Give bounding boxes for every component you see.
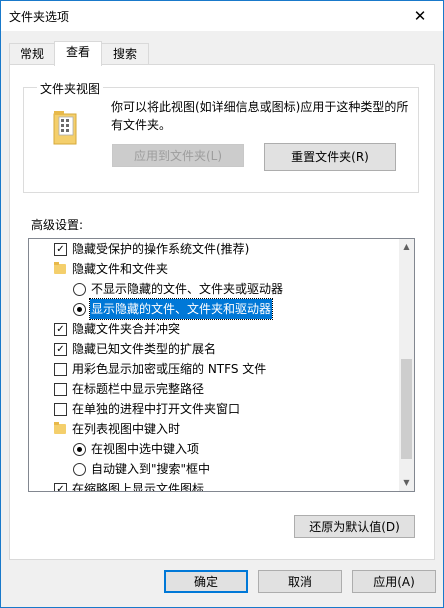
checkbox[interactable]: ✓ bbox=[54, 343, 67, 356]
list-item-label: 在缩略图上显示文件图标 bbox=[72, 482, 205, 492]
apply-to-folders-button[interactable]: 应用到文件夹(L) bbox=[112, 144, 244, 167]
folder-views-description: 你可以将此视图(如详细信息或图标)应用于这种类型的所有文件夹。 bbox=[111, 100, 409, 132]
folder-views-label: 文件夹视图 bbox=[37, 80, 104, 97]
list-item-label: 显示隐藏的文件、文件夹和驱动器 bbox=[88, 298, 274, 320]
list-item-label: 隐藏文件夹合并冲突 bbox=[72, 322, 181, 336]
tab-general[interactable]: 常规 bbox=[9, 43, 55, 65]
folder-options-dialog: 文件夹选项 ✕ 常规 查看 搜索 文件夹视图 你可以将此视图(如详细信息或图标)… bbox=[0, 0, 444, 608]
ok-button[interactable]: 确定 bbox=[164, 570, 248, 593]
checkmark-icon: ✓ bbox=[56, 324, 65, 335]
tab-view[interactable]: 查看 bbox=[54, 41, 102, 66]
restore-defaults-button[interactable]: 还原为默认值(D) bbox=[294, 515, 415, 538]
list-item-label: 隐藏受保护的操作系统文件(推荐) bbox=[72, 242, 250, 256]
list-item-label: 用彩色显示加密或压缩的 NTFS 文件 bbox=[72, 362, 267, 376]
radio-button[interactable] bbox=[73, 283, 86, 296]
list-item-label: 在标题栏中显示完整路径 bbox=[72, 382, 205, 396]
radio-button[interactable] bbox=[73, 443, 86, 456]
list-item-label: 在视图中选中键入项 bbox=[91, 442, 200, 456]
cancel-button[interactable]: 取消 bbox=[258, 570, 342, 593]
folder-icon bbox=[54, 422, 66, 434]
scroll-down-icon[interactable]: ▼ bbox=[399, 475, 414, 491]
advanced-settings-list[interactable]: ✓ 隐藏受保护的操作系统文件(推荐) 隐藏文件和文件夹 不显示隐藏的文件、文件夹… bbox=[28, 238, 415, 492]
list-item-label: 隐藏已知文件类型的扩展名 bbox=[72, 342, 217, 356]
checkbox[interactable] bbox=[54, 383, 67, 396]
checkbox[interactable] bbox=[54, 363, 67, 376]
radio-dot-icon bbox=[77, 307, 82, 312]
list-item-label: 自动键入到"搜索"框中 bbox=[91, 462, 211, 476]
close-icon[interactable]: ✕ bbox=[397, 1, 443, 31]
scrollbar-thumb[interactable] bbox=[401, 359, 412, 459]
checkbox[interactable]: ✓ bbox=[54, 323, 67, 336]
folder-icon bbox=[54, 262, 66, 274]
list-item-label: 隐藏文件和文件夹 bbox=[72, 262, 169, 276]
radio-button[interactable] bbox=[73, 303, 86, 316]
advanced-settings-label: 高级设置: bbox=[31, 218, 84, 232]
radio-button[interactable] bbox=[73, 463, 86, 476]
checkbox[interactable]: ✓ bbox=[54, 483, 67, 492]
vertical-scrollbar[interactable]: ▲ ▼ bbox=[399, 239, 414, 491]
checkmark-icon: ✓ bbox=[56, 484, 65, 492]
window-title: 文件夹选项 bbox=[9, 10, 70, 24]
reset-folders-button[interactable]: 重置文件夹(R) bbox=[264, 143, 396, 171]
list-item-label: 不显示隐藏的文件、文件夹或驱动器 bbox=[91, 282, 284, 296]
tab-search[interactable]: 搜索 bbox=[101, 43, 149, 65]
checkbox[interactable]: ✓ bbox=[54, 243, 67, 256]
checkmark-icon: ✓ bbox=[56, 244, 65, 255]
checkbox[interactable] bbox=[54, 403, 67, 416]
apply-button[interactable]: 应用(A) bbox=[352, 570, 436, 593]
checkmark-icon: ✓ bbox=[56, 344, 65, 355]
scroll-up-icon[interactable]: ▲ bbox=[399, 239, 414, 255]
radio-dot-icon bbox=[77, 447, 82, 452]
list-item-label: 在列表视图中键入时 bbox=[72, 422, 181, 436]
list-item-label: 在单独的进程中打开文件夹窗口 bbox=[72, 402, 241, 416]
folder-view-icon bbox=[53, 111, 77, 145]
title-bar: 文件夹选项 ✕ bbox=[1, 1, 443, 31]
